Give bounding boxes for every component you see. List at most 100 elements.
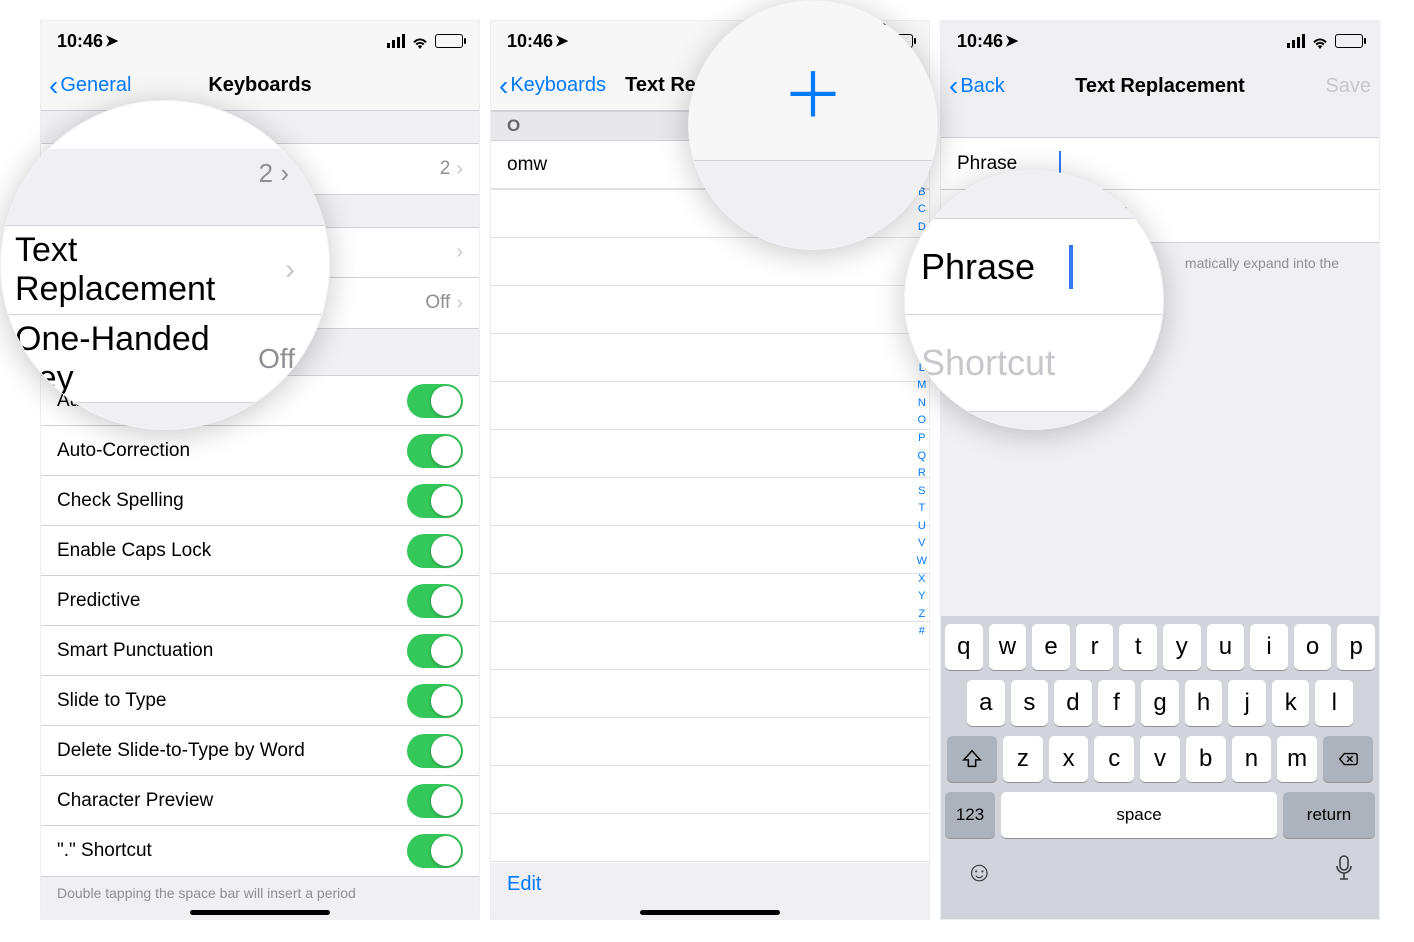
keyboard: q w e r t y u i o p a s d f g h j k l z bbox=[941, 616, 1379, 919]
key-m[interactable]: m bbox=[1277, 736, 1317, 782]
key-w[interactable]: w bbox=[989, 624, 1027, 670]
signal-icon bbox=[387, 34, 405, 48]
nav-title: Keyboards bbox=[208, 74, 311, 97]
switch-icon[interactable] bbox=[407, 784, 463, 818]
back-label: General bbox=[60, 74, 131, 97]
key-s[interactable]: s bbox=[1011, 680, 1049, 726]
key-d[interactable]: d bbox=[1054, 680, 1092, 726]
back-label: Keyboards bbox=[510, 74, 606, 97]
toggle-predictive[interactable]: Predictive bbox=[41, 576, 479, 626]
key-z[interactable]: z bbox=[1003, 736, 1043, 782]
footer-note: Double tapping the space bar will insert… bbox=[41, 877, 479, 909]
chevron-right-icon: › bbox=[456, 292, 463, 315]
status-time: 10:46 bbox=[57, 31, 103, 52]
text-cursor bbox=[1069, 245, 1073, 289]
back-button[interactable]: ‹ General bbox=[49, 72, 131, 100]
key-shift[interactable] bbox=[947, 736, 997, 782]
status-time: 10:46 bbox=[507, 31, 553, 52]
key-t[interactable]: t bbox=[1119, 624, 1157, 670]
chevron-left-icon: ‹ bbox=[499, 72, 508, 100]
key-123[interactable]: 123 bbox=[945, 792, 995, 838]
nav-bar: ‹ General Keyboards bbox=[41, 61, 479, 111]
key-i[interactable]: i bbox=[1250, 624, 1288, 670]
battery-icon bbox=[435, 34, 463, 48]
switch-icon[interactable] bbox=[407, 684, 463, 718]
key-g[interactable]: g bbox=[1141, 680, 1179, 726]
save-button[interactable]: Save bbox=[1325, 75, 1371, 98]
chevron-right-icon: › bbox=[456, 158, 463, 181]
key-space[interactable]: space bbox=[1001, 792, 1277, 838]
key-f[interactable]: f bbox=[1098, 680, 1136, 726]
signal-icon bbox=[710, 11, 726, 24]
key-b[interactable]: b bbox=[1186, 736, 1226, 782]
key-backspace[interactable] bbox=[1323, 736, 1373, 782]
toggle-smart-punctuation[interactable]: Smart Punctuation bbox=[41, 626, 479, 676]
nav-title: Text Replacement bbox=[1075, 75, 1245, 98]
dictation-icon[interactable] bbox=[1333, 854, 1355, 889]
key-return[interactable]: return bbox=[1283, 792, 1375, 838]
emoji-icon[interactable]: ☺ bbox=[965, 856, 994, 888]
chevron-right-icon: › bbox=[456, 241, 463, 264]
location-icon: ➤ bbox=[555, 31, 568, 51]
location-icon: ➤ bbox=[1005, 31, 1018, 51]
edit-button[interactable]: Edit bbox=[507, 873, 541, 896]
back-button[interactable]: ‹ Keyboards bbox=[499, 72, 606, 100]
switch-icon[interactable] bbox=[407, 534, 463, 568]
key-q[interactable]: q bbox=[945, 624, 983, 670]
battery-icon bbox=[1335, 34, 1363, 48]
key-l[interactable]: l bbox=[1315, 680, 1353, 726]
toggle-caps-lock[interactable]: Enable Caps Lock bbox=[41, 526, 479, 576]
back-label: Back bbox=[960, 75, 1004, 98]
status-time: 10:46 bbox=[957, 31, 1003, 52]
plus-icon: ＋ bbox=[782, 66, 844, 128]
key-j[interactable]: j bbox=[1228, 680, 1266, 726]
switch-icon[interactable] bbox=[407, 634, 463, 668]
key-k[interactable]: k bbox=[1272, 680, 1310, 726]
toggle-delete-slide-word[interactable]: Delete Slide-to-Type by Word bbox=[41, 726, 479, 776]
key-p[interactable]: p bbox=[1337, 624, 1375, 670]
wifi-icon bbox=[411, 34, 429, 48]
key-y[interactable]: y bbox=[1163, 624, 1201, 670]
key-r[interactable]: r bbox=[1076, 624, 1114, 670]
status-bar: 10:46 ➤ bbox=[41, 21, 479, 61]
key-a[interactable]: a bbox=[967, 680, 1005, 726]
switch-icon[interactable] bbox=[407, 384, 463, 418]
location-icon: ➤ bbox=[105, 31, 118, 51]
home-indicator bbox=[190, 910, 330, 915]
toggle-character-preview[interactable]: Character Preview bbox=[41, 776, 479, 826]
chevron-left-icon: ‹ bbox=[949, 72, 958, 100]
toggle-list: Auto-Capitalization Auto-Correction Chec… bbox=[41, 375, 479, 877]
magnifier-text-replacement: 2 › Text Replacement› One-Handed KeyOff› bbox=[0, 100, 330, 430]
battery-icon bbox=[883, 9, 917, 25]
wifi-icon bbox=[1311, 34, 1329, 48]
chevron-left-icon: ‹ bbox=[49, 72, 58, 100]
signal-icon bbox=[1287, 34, 1305, 48]
key-u[interactable]: u bbox=[1207, 624, 1245, 670]
switch-icon[interactable] bbox=[407, 584, 463, 618]
back-button[interactable]: ‹ Back bbox=[949, 72, 1005, 100]
switch-icon[interactable] bbox=[407, 484, 463, 518]
switch-icon[interactable] bbox=[407, 434, 463, 468]
key-h[interactable]: h bbox=[1185, 680, 1223, 726]
toggle-auto-correction[interactable]: Auto-Correction bbox=[41, 426, 479, 476]
magnifier-add-button: ＋ bbox=[688, 0, 938, 250]
key-o[interactable]: o bbox=[1294, 624, 1332, 670]
magnifier-phrase-field: Phrase Shortcut bbox=[904, 170, 1164, 430]
toggle-period-shortcut[interactable]: "." Shortcut bbox=[41, 826, 479, 876]
status-bar: 10:46 ➤ bbox=[941, 21, 1379, 61]
nav-bar: ‹ Back Text Replacement Save bbox=[941, 61, 1379, 111]
toggle-check-spelling[interactable]: Check Spelling bbox=[41, 476, 479, 526]
shift-icon bbox=[961, 748, 983, 770]
toolbar: Edit bbox=[491, 859, 929, 909]
key-c[interactable]: c bbox=[1094, 736, 1134, 782]
switch-icon[interactable] bbox=[407, 834, 463, 868]
toggle-slide-to-type[interactable]: Slide to Type bbox=[41, 676, 479, 726]
switch-icon[interactable] bbox=[407, 734, 463, 768]
key-n[interactable]: n bbox=[1232, 736, 1272, 782]
key-e[interactable]: e bbox=[1032, 624, 1070, 670]
key-v[interactable]: v bbox=[1140, 736, 1180, 782]
screen-text-replacement-edit: 10:46 ➤ ‹ Back Text Replacement Save Phr… bbox=[940, 20, 1380, 920]
home-indicator bbox=[640, 910, 780, 915]
backspace-icon bbox=[1337, 748, 1359, 770]
key-x[interactable]: x bbox=[1049, 736, 1089, 782]
